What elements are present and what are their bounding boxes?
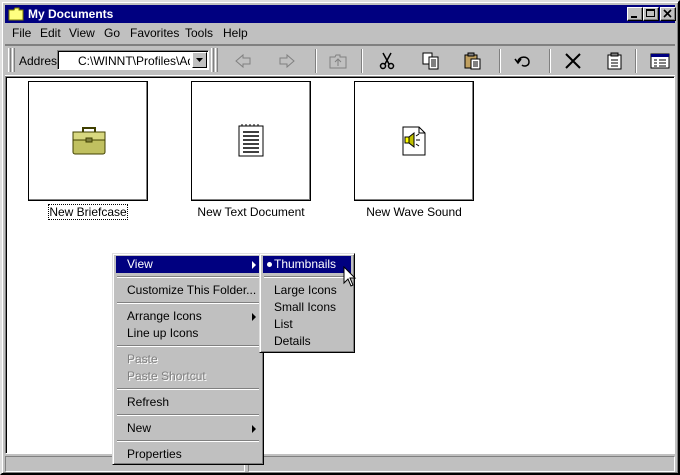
menu-item-properties[interactable]: Properties xyxy=(116,446,260,463)
thumbnail-new-briefcase[interactable] xyxy=(28,81,148,201)
menu-tools[interactable]: Tools xyxy=(185,27,213,40)
maximize-icon xyxy=(646,9,655,17)
undo-icon xyxy=(514,56,530,67)
paste-button[interactable] xyxy=(461,50,485,72)
menu-divider xyxy=(117,276,259,278)
properties-button[interactable] xyxy=(603,50,627,72)
undo-button[interactable] xyxy=(511,50,535,72)
title-bar[interactable]: My Documents xyxy=(5,5,676,23)
menu-item-line-up-icons[interactable]: Line up Icons xyxy=(116,325,260,342)
toolbar-separator xyxy=(499,49,501,73)
submenu-item-thumbnails[interactable]: Thumbnails xyxy=(263,256,351,273)
toolbar-separator xyxy=(315,49,317,73)
toolbar: Addres C:\WINNT\Profiles\Ad xyxy=(5,44,675,76)
submenu-arrow-icon xyxy=(252,313,256,321)
submenu-item-large-icons[interactable]: Large Icons xyxy=(263,282,351,299)
menu-divider xyxy=(117,345,259,347)
submenu-item-small-icons[interactable]: Small Icons xyxy=(263,299,351,316)
close-button[interactable] xyxy=(660,7,676,21)
submenu-item-list[interactable]: List xyxy=(263,316,351,333)
status-bar xyxy=(5,455,675,473)
explorer-window: My Documents File Edit View Go Favorites… xyxy=(0,0,680,475)
copy-icon xyxy=(422,52,439,70)
window-title: My Documents xyxy=(28,7,114,21)
menu-go[interactable]: Go xyxy=(104,27,120,40)
menu-view[interactable]: View xyxy=(69,27,95,40)
briefcase-icon xyxy=(72,127,106,155)
copy-button[interactable] xyxy=(419,50,443,72)
toolbar-grip[interactable] xyxy=(8,48,11,72)
address-dropdown-button[interactable] xyxy=(192,52,207,68)
properties-icon xyxy=(607,52,622,70)
up-folder-icon xyxy=(329,54,347,69)
back-button[interactable] xyxy=(231,50,255,72)
thumbnail-new-text-document[interactable] xyxy=(191,81,311,201)
item-label-new-wave-sound[interactable]: New Wave Sound xyxy=(344,205,484,219)
folder-icon xyxy=(8,7,24,21)
submenu-arrow-icon xyxy=(252,425,256,433)
menu-help[interactable]: Help xyxy=(223,27,248,40)
menu-divider xyxy=(264,276,350,278)
maximize-button[interactable] xyxy=(643,7,659,21)
toolbar-separator xyxy=(361,49,363,73)
menu-divider xyxy=(117,414,259,416)
menu-item-new[interactable]: New xyxy=(116,420,260,437)
address-value[interactable]: C:\WINNT\Profiles\Ad xyxy=(78,54,190,68)
menu-item-arrange-icons[interactable]: Arrange Icons xyxy=(116,308,260,325)
menu-divider xyxy=(117,302,259,304)
menu-item-customize-folder[interactable]: Customize This Folder... xyxy=(116,282,260,299)
toolbar-separator xyxy=(635,49,637,73)
back-icon xyxy=(235,53,251,69)
up-folder-button[interactable] xyxy=(326,50,350,72)
submenu-arrow-icon xyxy=(252,261,256,269)
wave-sound-icon xyxy=(402,126,426,156)
menu-item-refresh[interactable]: Refresh xyxy=(116,394,260,411)
address-combo[interactable]: C:\WINNT\Profiles\Ad xyxy=(57,50,209,70)
item-label-new-briefcase[interactable]: New Briefcase xyxy=(18,204,158,220)
menu-item-view[interactable]: View xyxy=(116,256,260,273)
thumbnail-new-wave-sound[interactable] xyxy=(354,81,474,201)
menu-favorites[interactable]: Favorites xyxy=(130,27,179,40)
cut-button[interactable] xyxy=(375,50,399,72)
text-document-icon xyxy=(238,124,264,157)
menu-item-paste: Paste xyxy=(127,352,158,366)
chevron-down-icon xyxy=(196,58,203,62)
close-icon xyxy=(663,9,672,18)
minimize-button[interactable] xyxy=(627,7,643,21)
address-label: Addres xyxy=(19,54,58,68)
forward-button[interactable] xyxy=(275,50,299,72)
toolbar-grip[interactable] xyxy=(12,48,15,72)
toolbar-grip[interactable] xyxy=(215,48,218,72)
menu-item-paste-shortcut: Paste Shortcut xyxy=(127,369,206,383)
delete-icon xyxy=(565,53,581,69)
item-label-new-text-document[interactable]: New Text Document xyxy=(181,205,321,219)
menu-divider xyxy=(117,440,259,442)
views-icon xyxy=(650,53,670,69)
menu-file[interactable]: File xyxy=(12,27,31,40)
status-pane xyxy=(248,456,675,472)
menu-bar: File Edit View Go Favorites Tools Help xyxy=(5,24,675,43)
menu-divider xyxy=(117,388,259,390)
forward-icon xyxy=(279,53,295,69)
radio-bullet-icon xyxy=(267,262,272,267)
mouse-cursor-icon xyxy=(343,266,357,287)
views-button[interactable] xyxy=(648,50,672,72)
toolbar-grip[interactable] xyxy=(211,48,214,72)
delete-button[interactable] xyxy=(561,50,585,72)
menu-edit[interactable]: Edit xyxy=(40,27,61,40)
context-menu: View Customize This Folder... Arrange Ic… xyxy=(112,253,264,465)
submenu-item-details[interactable]: Details xyxy=(263,333,351,350)
paste-icon xyxy=(464,52,481,70)
toolbar-separator xyxy=(549,49,551,73)
cut-icon xyxy=(379,52,395,70)
view-submenu: Thumbnails Large Icons Small Icons List … xyxy=(259,253,355,353)
minimize-icon xyxy=(631,16,637,18)
